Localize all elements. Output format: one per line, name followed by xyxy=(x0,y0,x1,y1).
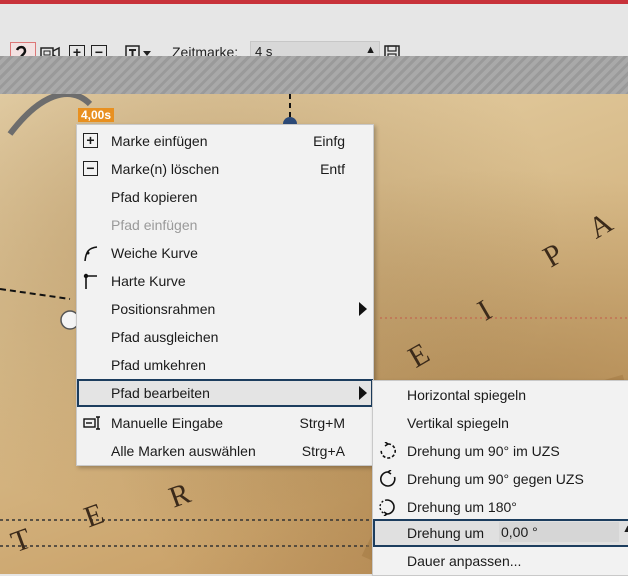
menu-item-position-frame[interactable]: Positionsrahmen xyxy=(77,295,373,323)
menu-item-label: Manuelle Eingabe xyxy=(111,415,224,431)
menu-item-label: Marke(n) löschen xyxy=(111,161,220,177)
submenu-item-label: Drehung um 180° xyxy=(407,499,517,515)
submenu-item-label: Horizontal spiegeln xyxy=(407,387,527,403)
rotation-degree-value[interactable]: 0,00 ° xyxy=(501,524,538,540)
rotate-cw-icon xyxy=(379,441,397,460)
timestamp-spinner-icon[interactable]: ▲ xyxy=(365,44,376,56)
submenu-item-label: Vertikal spiegeln xyxy=(407,415,509,431)
menu-item-insert-mark[interactable]: + Marke einfügen Einfg xyxy=(77,127,373,155)
soft-curve-icon xyxy=(83,245,99,262)
submenu-item-rotate-custom[interactable]: Drehung um 0,00 ° ▲ xyxy=(373,519,628,547)
menu-item-shortcut: Strg+M xyxy=(299,415,345,431)
menu-item-hard-curve[interactable]: Harte Kurve xyxy=(77,267,373,295)
submenu-item-label: Drehung um 90° im UZS xyxy=(407,443,560,459)
submenu-item-rotate-180[interactable]: Drehung um 180° xyxy=(373,493,628,521)
rotation-spinner-icon[interactable]: ▲ xyxy=(622,523,628,535)
hard-curve-icon xyxy=(83,273,99,289)
menu-item-select-all-marks[interactable]: Alle Marken auswählen Strg+A xyxy=(77,437,373,465)
submenu-item-label: Dauer anpassen... xyxy=(407,553,522,569)
menu-item-label: Positionsrahmen xyxy=(111,301,216,317)
submenu-arrow-icon xyxy=(359,302,367,316)
menu-item-label: Harte Kurve xyxy=(111,273,186,289)
menu-item-shortcut: Entf xyxy=(320,161,345,177)
menu-item-shortcut: Einfg xyxy=(313,133,345,149)
menu-item-label: Pfad umkehren xyxy=(111,357,206,373)
plus-box-icon: + xyxy=(83,133,99,149)
path-point-badge[interactable]: 4,00s xyxy=(78,108,115,122)
submenu-item-rotate-90-cw[interactable]: Drehung um 90° im UZS xyxy=(373,437,628,465)
menu-item-label: Alle Marken auswählen xyxy=(111,443,256,459)
menu-item-label: Pfad ausgleichen xyxy=(111,329,219,345)
menu-item-smooth-path[interactable]: Pfad ausgleichen xyxy=(77,323,373,351)
submenu-item-label: Drehung um 90° gegen UZS xyxy=(407,471,584,487)
menu-item-soft-curve[interactable]: Weiche Kurve xyxy=(77,239,373,267)
rotation-degree-input[interactable]: 0,00 ° xyxy=(499,522,619,542)
menu-item-label: Pfad bearbeiten xyxy=(111,385,210,401)
submenu-item-flip-horizontal[interactable]: Horizontal spiegeln xyxy=(373,381,628,409)
rotate-ccw-icon xyxy=(379,469,397,488)
menu-item-label: Marke einfügen xyxy=(111,133,208,149)
submenu-arrow-icon xyxy=(359,386,367,400)
menu-item-paste-path: Pfad einfügen xyxy=(77,211,373,239)
context-menu: + Marke einfügen Einfg − Marke(n) lösche… xyxy=(76,124,374,466)
menu-item-manual-input[interactable]: Manuelle Eingabe Strg+M xyxy=(77,409,373,437)
edit-path-submenu: Horizontal spiegeln Vertikal spiegeln Dr… xyxy=(372,380,628,576)
manual-input-icon xyxy=(83,415,100,431)
submenu-item-rotate-90-ccw[interactable]: Drehung um 90° gegen UZS xyxy=(373,465,628,493)
submenu-item-adjust-duration[interactable]: Dauer anpassen... xyxy=(373,547,628,575)
menu-item-shortcut: Strg+A xyxy=(301,443,345,459)
submenu-item-label: Drehung um xyxy=(407,525,485,541)
timeline-hatch xyxy=(0,56,628,94)
menu-item-label: Pfad kopieren xyxy=(111,189,198,205)
menu-item-edit-path[interactable]: Pfad bearbeiten xyxy=(77,379,373,407)
minus-box-icon: − xyxy=(83,161,99,177)
rotate-180-icon xyxy=(379,498,397,517)
menu-item-delete-marks[interactable]: − Marke(n) löschen Entf xyxy=(77,155,373,183)
menu-item-label: Pfad einfügen xyxy=(111,217,198,233)
menu-item-label: Weiche Kurve xyxy=(111,245,198,261)
menu-item-copy-path[interactable]: Pfad kopieren xyxy=(77,183,373,211)
menu-item-reverse-path[interactable]: Pfad umkehren xyxy=(77,351,373,379)
submenu-item-flip-vertical[interactable]: Vertikal spiegeln xyxy=(373,409,628,437)
